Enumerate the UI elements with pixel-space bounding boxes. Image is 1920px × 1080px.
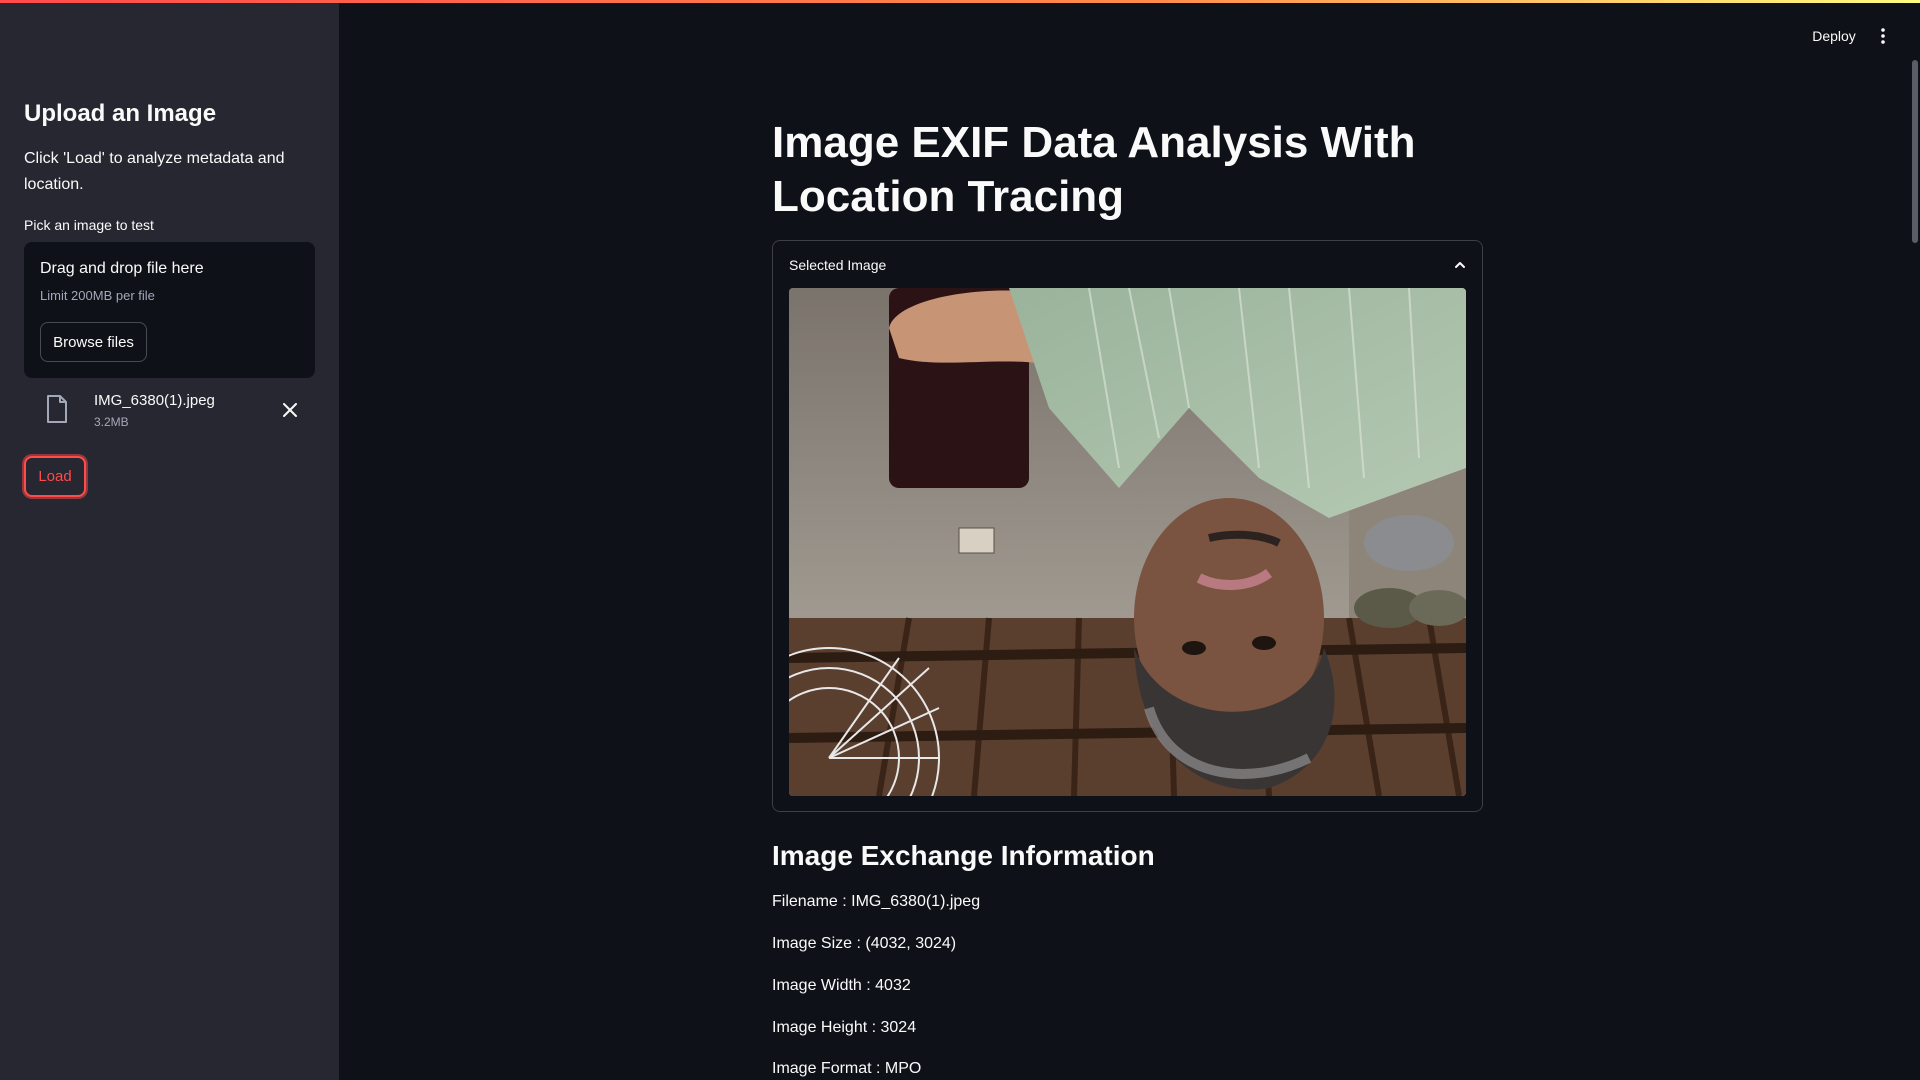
page-title: Image EXIF Data Analysis With Location T… — [772, 118, 1416, 221]
info-image-format: Image Format : MPO — [772, 1060, 922, 1077]
uploaded-file-name: IMG_6380(1).jpeg — [94, 392, 215, 409]
uploaded-file-size: 3.2MB — [94, 415, 129, 429]
deploy-button[interactable]: Deploy — [1800, 24, 1868, 48]
selected-image — [789, 288, 1466, 796]
dropzone-title: Drag and drop file here — [40, 260, 204, 277]
file-icon — [46, 395, 68, 423]
info-image-width: Image Width : 4032 — [772, 977, 911, 994]
file-dropzone[interactable]: Drag and drop file here Limit 200MB per … — [24, 242, 315, 378]
info-image-height: Image Height : 3024 — [772, 1019, 917, 1036]
sidebar-title: Upload an Image — [24, 100, 217, 127]
uploader-label: Pick an image to test — [24, 217, 154, 233]
selected-image-expander: Selected Image — [772, 240, 1483, 812]
chevron-up-icon[interactable] — [1452, 257, 1468, 273]
remove-file-close-icon[interactable] — [278, 398, 302, 422]
info-filename: Filename : IMG_6380(1).jpeg — [772, 893, 981, 910]
load-button[interactable]: Load — [24, 456, 86, 497]
scrollbar-thumb[interactable] — [1912, 60, 1918, 243]
top-decoration-bar — [0, 0, 1920, 3]
kebab-menu-icon[interactable] — [1872, 24, 1894, 48]
expander-label[interactable]: Selected Image — [789, 257, 886, 273]
dropzone-limit: Limit 200MB per file — [40, 288, 155, 303]
info-image-size: Image Size : (4032, 3024) — [772, 935, 957, 952]
sidebar: Upload an Image Click 'Load' to analyze … — [0, 0, 339, 1080]
section-title: Image Exchange Information — [772, 840, 1155, 871]
browse-files-button[interactable]: Browse files — [40, 322, 147, 362]
sidebar-description: Click 'Load' to analyze metadata and loc… — [24, 150, 285, 193]
uploaded-file-item: IMG_6380(1).jpeg 3.2MB — [24, 390, 315, 436]
